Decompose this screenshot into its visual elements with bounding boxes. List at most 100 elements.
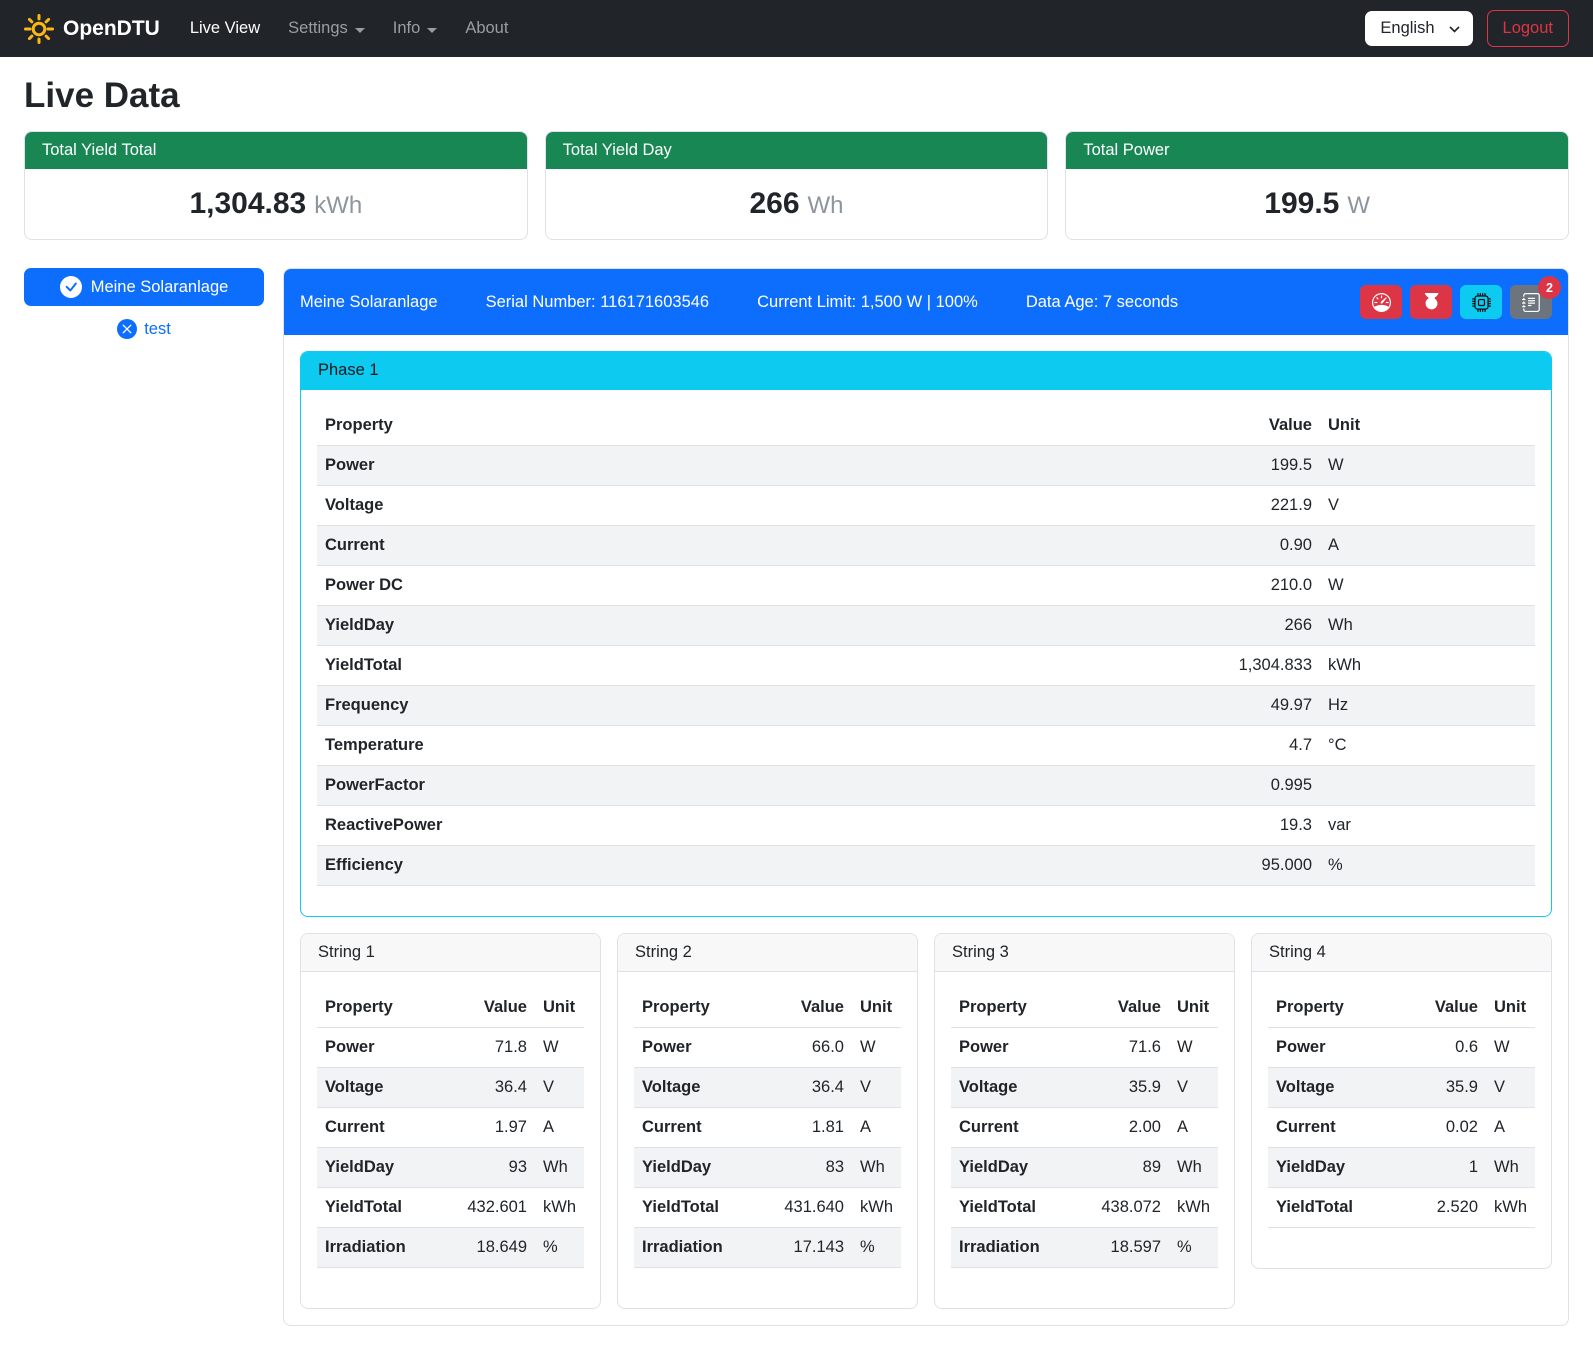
table-header-row: Property Value Unit bbox=[634, 988, 901, 1028]
total-yield-total-unit: kWh bbox=[314, 192, 362, 219]
table-row: YieldTotal432.601kWh bbox=[317, 1188, 584, 1228]
inverter-item-test-label: test bbox=[144, 320, 171, 339]
unit-cell: kWh bbox=[852, 1188, 901, 1228]
unit-cell: Wh bbox=[1169, 1148, 1218, 1188]
column-header-unit: Unit bbox=[1486, 988, 1535, 1028]
table-row: YieldTotal2.520kWh bbox=[1268, 1188, 1535, 1228]
property-cell: Current bbox=[951, 1108, 1077, 1148]
unit-cell: % bbox=[1169, 1228, 1218, 1268]
property-cell: Irradiation bbox=[951, 1228, 1077, 1268]
property-cell: Voltage bbox=[1268, 1068, 1394, 1108]
inverter-sidebar: Meine Solaranlage test bbox=[24, 268, 264, 1326]
total-yield-day-unit: Wh bbox=[808, 192, 844, 219]
device-info-button[interactable] bbox=[1460, 285, 1502, 319]
unit-cell: A bbox=[1169, 1108, 1218, 1148]
property-cell: Voltage bbox=[634, 1068, 760, 1108]
table-row: ReactivePower19.3var bbox=[317, 806, 1535, 846]
inverter-item-test[interactable]: test bbox=[24, 319, 264, 339]
value-cell: 18.649 bbox=[443, 1228, 535, 1268]
card-value-area: 199.5W bbox=[1066, 169, 1568, 239]
string-4-table: Property Value Unit Power0.6WVoltage35.9… bbox=[1268, 988, 1535, 1228]
x-circle-icon bbox=[117, 319, 137, 339]
column-header-property: Property bbox=[1268, 988, 1394, 1028]
card-value-area: 1,304.83kWh bbox=[25, 169, 527, 239]
value-cell: 71.6 bbox=[1077, 1028, 1169, 1068]
table-row: YieldDay89Wh bbox=[951, 1148, 1218, 1188]
value-cell: 35.9 bbox=[1077, 1068, 1169, 1108]
property-cell: YieldTotal bbox=[317, 646, 1190, 686]
table-row: Voltage36.4V bbox=[634, 1068, 901, 1108]
column-header-unit: Unit bbox=[535, 988, 584, 1028]
check-circle-icon bbox=[60, 276, 82, 298]
table-row: Voltage35.9V bbox=[1268, 1068, 1535, 1108]
unit-cell: V bbox=[1169, 1068, 1218, 1108]
unit-cell: V bbox=[1486, 1068, 1535, 1108]
property-cell: Efficiency bbox=[317, 846, 1190, 886]
chevron-down-icon bbox=[355, 28, 365, 33]
phase-1-card: Phase 1 Property Value Unit bbox=[300, 351, 1552, 917]
table-row: Current2.00A bbox=[951, 1108, 1218, 1148]
limit-settings-button[interactable] bbox=[1360, 285, 1402, 319]
table-row: Irradiation18.649% bbox=[317, 1228, 584, 1268]
power-settings-button[interactable] bbox=[1410, 285, 1452, 319]
logout-button[interactable]: Logout bbox=[1487, 10, 1569, 47]
sun-logo-icon bbox=[24, 14, 54, 44]
value-cell: 0.995 bbox=[1190, 766, 1320, 806]
inverter-action-buttons: 2 bbox=[1360, 285, 1552, 319]
unit-cell: kWh bbox=[1486, 1188, 1535, 1228]
string-card-header: String 4 bbox=[1252, 934, 1551, 972]
language-value: English bbox=[1380, 19, 1434, 37]
total-yield-day-value: 266 bbox=[749, 187, 799, 220]
total-yield-day-card: Total Yield Day 266Wh bbox=[545, 131, 1049, 240]
summary-cards-row: Total Yield Total 1,304.83kWh Total Yiel… bbox=[24, 131, 1569, 240]
table-row: Current0.02A bbox=[1268, 1108, 1535, 1148]
inverter-name: Meine Solaranlage bbox=[300, 293, 438, 312]
value-cell: 93 bbox=[443, 1148, 535, 1188]
column-header-value: Value bbox=[760, 988, 852, 1028]
unit-cell: Hz bbox=[1320, 686, 1535, 726]
unit-cell: W bbox=[1320, 566, 1535, 606]
value-cell: 19.3 bbox=[1190, 806, 1320, 846]
inverter-select-button[interactable]: Meine Solaranlage bbox=[24, 268, 264, 306]
unit-cell: A bbox=[1486, 1108, 1535, 1148]
language-select[interactable]: English bbox=[1365, 11, 1472, 46]
string-2-card: String 2 Property Value Unit bbox=[617, 933, 918, 1309]
nav-item-info[interactable]: Info bbox=[393, 19, 438, 38]
value-cell: 210.0 bbox=[1190, 566, 1320, 606]
table-row: YieldDay266Wh bbox=[317, 606, 1535, 646]
string-1-card: String 1 Property Value Unit bbox=[300, 933, 601, 1309]
table-row: Power DC210.0W bbox=[317, 566, 1535, 606]
event-log-button[interactable]: 2 bbox=[1510, 285, 1552, 319]
column-header-property: Property bbox=[317, 406, 1190, 446]
string-4-card: String 4 Property Value Unit bbox=[1251, 933, 1552, 1269]
table-row: YieldDay83Wh bbox=[634, 1148, 901, 1188]
journal-text-icon bbox=[1522, 293, 1541, 312]
property-cell: Irradiation bbox=[317, 1228, 443, 1268]
property-cell: Power bbox=[317, 446, 1190, 486]
unit-cell bbox=[1320, 766, 1535, 806]
string-3-card: String 3 Property Value Unit bbox=[934, 933, 1235, 1309]
brand[interactable]: OpenDTU bbox=[24, 14, 160, 44]
property-cell: Current bbox=[317, 526, 1190, 566]
string-2-table: Property Value Unit Power66.0WVoltage36.… bbox=[634, 988, 901, 1268]
unit-cell: Wh bbox=[852, 1148, 901, 1188]
card-title: Total Yield Total bbox=[25, 132, 527, 169]
phase-card-body: Property Value Unit Power199.5WVoltage22… bbox=[301, 390, 1551, 916]
unit-cell: W bbox=[852, 1028, 901, 1068]
nav-item-live-view[interactable]: Live View bbox=[190, 19, 260, 38]
value-cell: 221.9 bbox=[1190, 486, 1320, 526]
unit-cell: Wh bbox=[1486, 1148, 1535, 1188]
value-cell: 17.143 bbox=[760, 1228, 852, 1268]
table-row: Current0.90A bbox=[317, 526, 1535, 566]
nav-item-settings[interactable]: Settings bbox=[288, 19, 365, 38]
property-cell: Voltage bbox=[317, 1068, 443, 1108]
phase-table: Property Value Unit Power199.5WVoltage22… bbox=[317, 406, 1535, 886]
column-header-unit: Unit bbox=[852, 988, 901, 1028]
value-cell: 18.597 bbox=[1077, 1228, 1169, 1268]
column-header-value: Value bbox=[443, 988, 535, 1028]
unit-cell: W bbox=[1486, 1028, 1535, 1068]
nav-item-about[interactable]: About bbox=[465, 19, 508, 38]
table-header-row: Property Value Unit bbox=[317, 406, 1535, 446]
total-power-unit: W bbox=[1347, 192, 1370, 219]
property-cell: ReactivePower bbox=[317, 806, 1190, 846]
